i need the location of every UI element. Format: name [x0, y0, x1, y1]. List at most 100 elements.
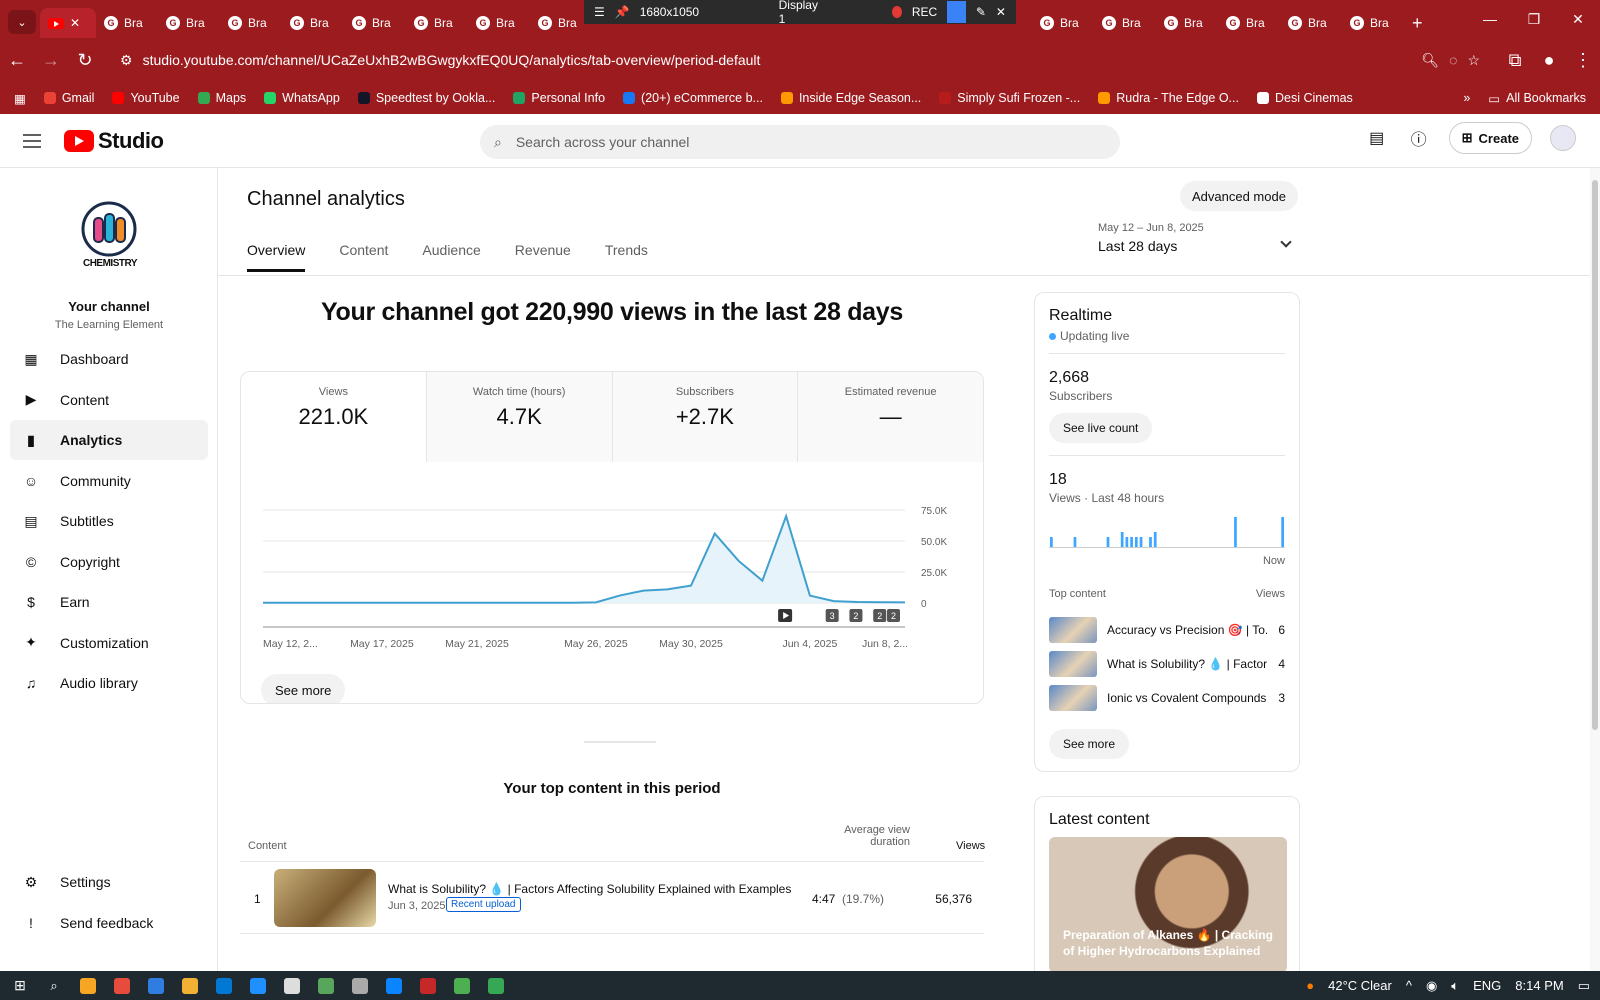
bookmark-item[interactable]: WhatsApp [264, 91, 340, 105]
browser-tab[interactable]: G Bra [344, 8, 406, 38]
reload-icon[interactable]: ↻ [68, 43, 102, 77]
bookmark-item[interactable]: Simply Sufi Frozen -... [939, 91, 1080, 105]
realtime-bar[interactable] [1050, 537, 1053, 547]
realtime-top-item[interactable]: Ionic vs Covalent Compounds... 3 [1049, 685, 1285, 713]
taskbar-app-icon[interactable] [142, 974, 170, 998]
table-row[interactable]: 1 What is Solubility? 💧 | Factors Affect… [240, 862, 984, 934]
menu-icon[interactable]: ☰ [594, 5, 605, 19]
taskbar-app-icon[interactable] [210, 974, 238, 998]
sidebar-item-earn[interactable]: $ Earn [10, 582, 208, 622]
tray-chevron-icon[interactable]: ^ [1406, 978, 1412, 993]
taskbar-app-icon[interactable] [244, 974, 272, 998]
taskbar-app-icon[interactable] [74, 974, 102, 998]
sidebar-item-analytics[interactable]: ▮ Analytics [10, 420, 208, 460]
realtime-bar[interactable] [1149, 537, 1152, 547]
browser-tab[interactable]: G Bra [96, 8, 158, 38]
realtime-bar[interactable] [1120, 532, 1124, 547]
sidebar-item-content[interactable]: ▶ Content [10, 380, 208, 420]
taskbar-app-icon[interactable] [176, 974, 204, 998]
start-icon[interactable]: ⊞ [6, 974, 34, 998]
tab-trends[interactable]: Trends [605, 232, 648, 272]
metric-subscribers[interactable]: Subscribers +2.7K [612, 372, 799, 462]
video-thumbnail[interactable] [1049, 617, 1097, 643]
tab-search-button[interactable]: ⌄ [8, 10, 36, 34]
latest-video-caption[interactable]: Preparation of Alkanes 🔥 | Cracking of H… [1063, 927, 1273, 959]
taskbar-app-icon[interactable] [278, 974, 306, 998]
video-title[interactable]: Ionic vs Covalent Compounds... [1107, 691, 1267, 705]
video-published-marker[interactable] [778, 609, 793, 622]
video-title[interactable]: What is Solubility? 💧 | Factor... [1107, 657, 1267, 671]
tab-close-icon[interactable]: ✕ [70, 16, 80, 30]
realtime-bar[interactable] [1125, 537, 1129, 547]
tab-content[interactable]: Content [339, 232, 388, 272]
account-avatar[interactable] [1550, 125, 1576, 151]
taskbar-app-icon[interactable] [448, 974, 476, 998]
upload-count-marker[interactable]: 3 [825, 609, 839, 622]
sidebar-item-settings[interactable]: ⚙ Settings [10, 862, 208, 902]
realtime-bar[interactable] [1130, 537, 1133, 547]
video-thumbnail[interactable] [1049, 685, 1097, 711]
browser-tab[interactable]: G Bra [1218, 8, 1280, 38]
avg-duration-column-header[interactable]: Average view duration [830, 824, 910, 848]
taskbar-app-icon[interactable] [312, 974, 340, 998]
rec-label[interactable]: REC [912, 5, 937, 19]
sidebar-item-dashboard[interactable]: ▦ Dashboard [10, 339, 208, 379]
sidebar-item-customization[interactable]: ✦ Customization [10, 623, 208, 663]
site-settings-icon[interactable]: ⚙ [120, 52, 133, 69]
bookmark-item[interactable]: (20+) eCommerce b... [623, 91, 763, 105]
forward-icon[interactable]: → [34, 43, 68, 77]
video-title[interactable]: What is Solubility? 💧 | Factors Affectin… [388, 882, 791, 896]
browser-tab[interactable]: G Bra [1094, 8, 1156, 38]
bookmark-item[interactable]: Inside Edge Season... [780, 91, 921, 105]
url-text[interactable]: studio.youtube.com/channel/UCaZeUxhB2wBG… [143, 52, 1412, 68]
sidebar-item-copyright[interactable]: © Copyright [10, 542, 208, 582]
bookmark-item[interactable]: Speedtest by Ookla... [357, 91, 495, 105]
upload-count-marker[interactable]: 2 [887, 609, 900, 622]
bookmark-item[interactable]: Personal Info [513, 91, 605, 105]
realtime-bar[interactable] [1106, 537, 1110, 547]
bookmark-item[interactable]: Maps [197, 91, 246, 105]
weather-text[interactable]: 42°C Clear [1328, 978, 1392, 993]
hamburger-menu-icon[interactable] [0, 139, 64, 142]
back-icon[interactable]: ← [0, 43, 34, 77]
browser-tab[interactable]: G Bra [406, 8, 468, 38]
more-bookmarks-icon[interactable]: » [1463, 91, 1470, 105]
messages-icon[interactable]: ▤ [1365, 126, 1389, 150]
tab-youtube-studio[interactable]: ✕ [40, 8, 96, 38]
clock[interactable]: 8:14 PM [1515, 978, 1563, 993]
camera-icon[interactable] [947, 1, 966, 23]
lang-label[interactable]: ENG [1473, 978, 1501, 993]
browser-tab[interactable]: G Bra [1280, 8, 1342, 38]
extensions-icon[interactable]: ⧉ [1498, 43, 1532, 77]
browser-tab[interactable]: G Bra [1156, 8, 1218, 38]
browser-tab[interactable]: G Bra [220, 8, 282, 38]
sidebar-item-subtitles[interactable]: ▤ Subtitles [10, 501, 208, 541]
upload-count-marker[interactable]: 2 [873, 609, 887, 622]
realtime-bar[interactable] [1134, 537, 1138, 547]
period-selector[interactable]: May 12 – Jun 8, 2025 Last 28 days [1098, 222, 1298, 254]
realtime-bar[interactable] [1153, 532, 1157, 547]
tab-revenue[interactable]: Revenue [515, 232, 571, 272]
browser-tab[interactable]: G Bra [282, 8, 344, 38]
page-scrollbar[interactable] [1590, 168, 1600, 971]
bookmark-item[interactable]: Rudra - The Edge O... [1098, 91, 1239, 105]
search-input[interactable]: ⌕ Search across your channel [480, 125, 1120, 159]
taskbar-search-icon[interactable]: ⌕ [40, 974, 68, 998]
network-icon[interactable]: ◉ [1426, 978, 1437, 994]
new-tab-button[interactable]: + [1404, 8, 1434, 38]
volume-icon[interactable]: 🔈︎ [1451, 978, 1459, 994]
all-bookmarks[interactable]: ▭ All Bookmarks [1488, 91, 1586, 106]
sidebar-item-community[interactable]: ☺ Community [10, 461, 208, 501]
metric-estimated-revenue[interactable]: Estimated revenue — [798, 372, 983, 462]
notifications-icon[interactable]: ▭ [1578, 978, 1590, 994]
video-thumbnail[interactable] [1049, 651, 1097, 677]
tab-audience[interactable]: Audience [422, 232, 480, 272]
video-thumbnail[interactable] [274, 869, 376, 927]
taskbar-app-icon[interactable] [346, 974, 374, 998]
profile-icon[interactable]: ● [1532, 43, 1566, 77]
realtime-bar[interactable] [1234, 517, 1237, 547]
sidebar-item-send-feedback[interactable]: ! Send feedback [10, 903, 208, 943]
restore-icon[interactable]: ❐ [1512, 0, 1556, 38]
realtime-top-item[interactable]: What is Solubility? 💧 | Factor... 4 [1049, 651, 1285, 679]
upload-count-marker[interactable]: 2 [849, 609, 863, 622]
